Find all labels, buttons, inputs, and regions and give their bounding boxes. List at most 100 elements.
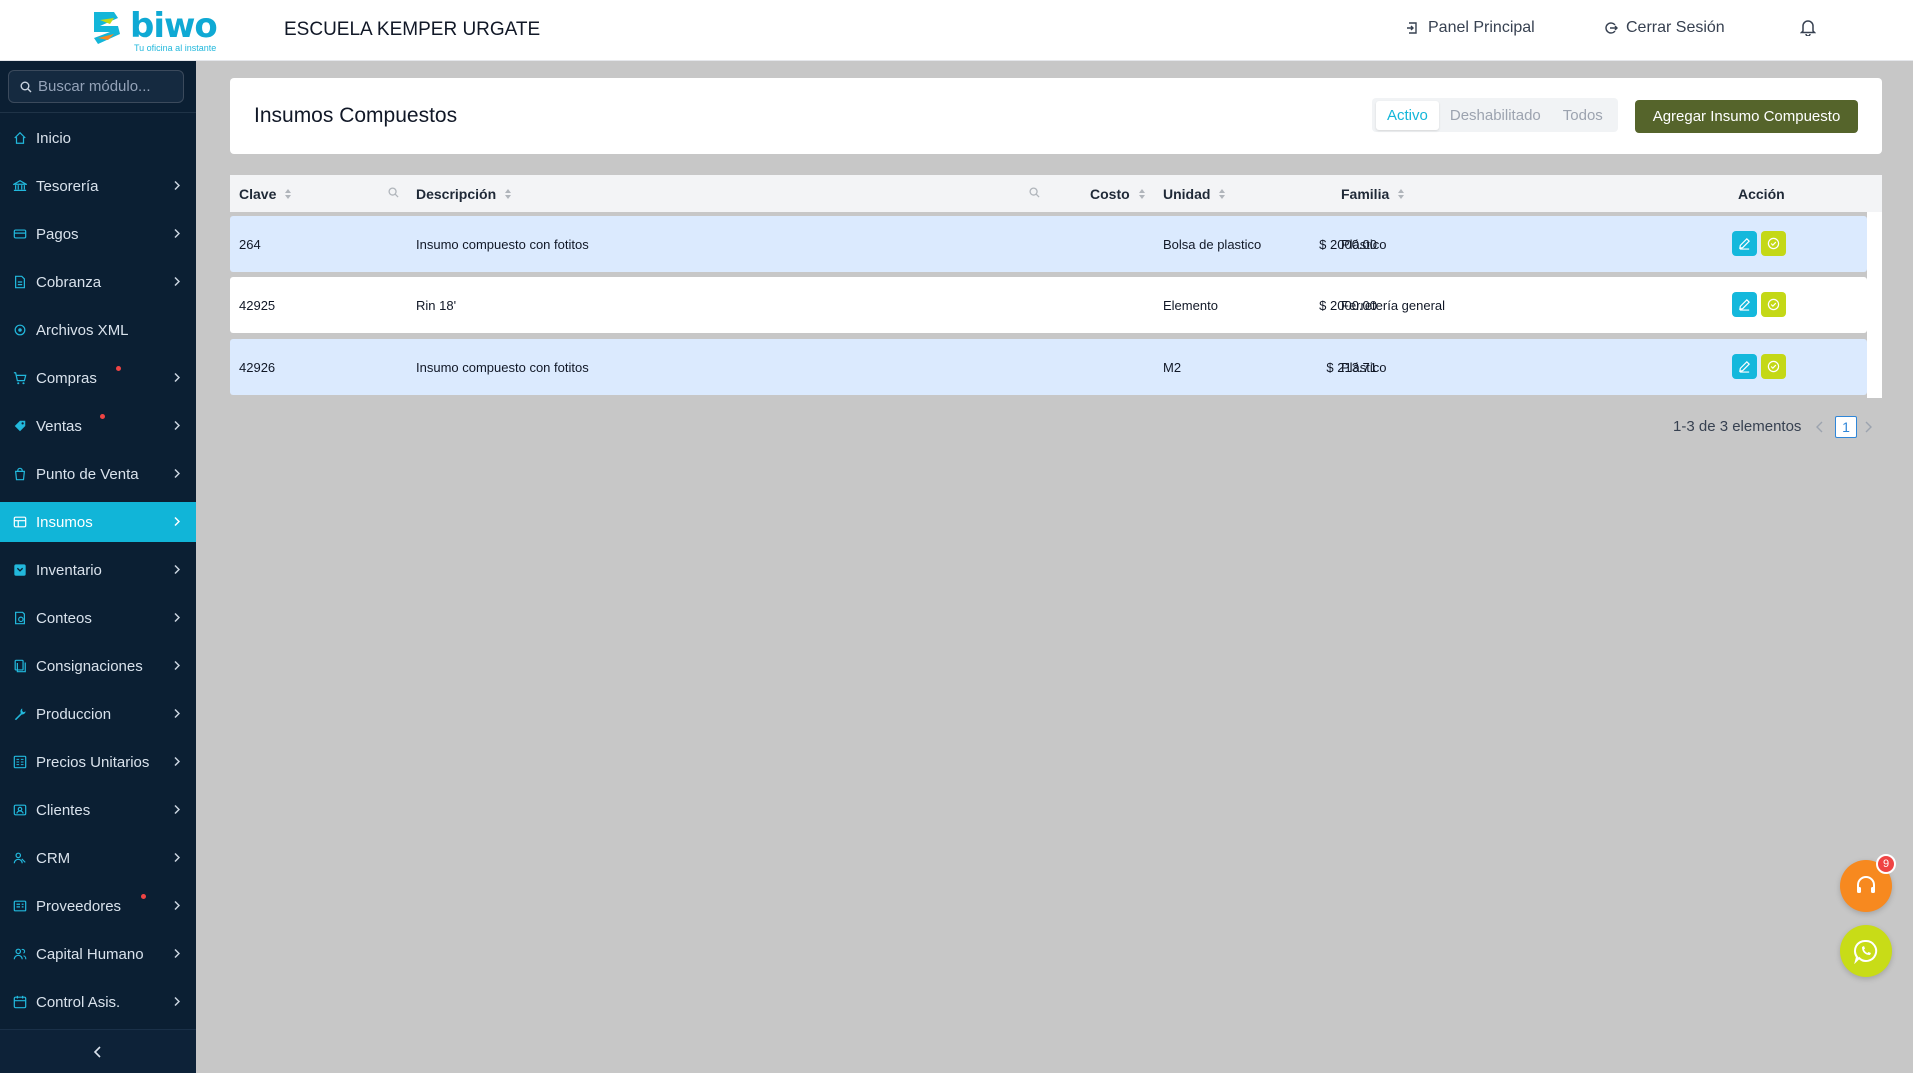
sidebar-item-precios-unitarios[interactable]: Precios Unitarios bbox=[0, 738, 196, 786]
sidebar-item-label: Punto de Venta bbox=[36, 465, 139, 483]
sort-icon[interactable] bbox=[1397, 188, 1405, 200]
column-descripcion[interactable]: Descripción bbox=[416, 175, 512, 212]
pagination-page-1[interactable]: 1 bbox=[1835, 416, 1857, 438]
sidebar-item-tesoreria[interactable]: Tesorería bbox=[0, 162, 196, 210]
table-scrollbar[interactable] bbox=[1867, 212, 1882, 398]
table-row[interactable]: 42925 Rin 18' $ 2000.00 Elemento Ferretería … bbox=[230, 277, 1867, 333]
sidebar-item-ventas[interactable]: Ventas bbox=[0, 402, 196, 450]
module-search[interactable] bbox=[8, 70, 184, 103]
edit-button[interactable] bbox=[1732, 231, 1757, 256]
sidebar-item-punto-de-venta[interactable]: Punto de Venta bbox=[0, 450, 196, 498]
exit-panel-icon bbox=[1407, 22, 1417, 34]
clients-icon bbox=[12, 802, 28, 818]
table-row[interactable]: 264 Insumo compuesto con fotitos $ 2000.00… bbox=[230, 216, 1867, 272]
sidebar-item-conteos[interactable]: Conteos bbox=[0, 594, 196, 642]
sidebar-item-capital-humano[interactable]: Capital Humano bbox=[0, 930, 196, 978]
sidebar: Inicio Tesorería Pagos Cobranza Archivos XML… bbox=[0, 61, 196, 1073]
biwo-logo[interactable]: biwo Tu oficina al instante bbox=[88, 6, 228, 56]
search-filter-descripcion-icon[interactable] bbox=[1029, 187, 1040, 198]
notification-dot bbox=[100, 414, 105, 419]
enable-toggle-button[interactable] bbox=[1761, 231, 1786, 256]
chevron-right-icon bbox=[174, 610, 181, 627]
filter-todos[interactable]: Todos bbox=[1552, 101, 1614, 130]
column-costo[interactable]: Costo bbox=[1090, 175, 1146, 212]
sidebar-item-pagos[interactable]: Pagos bbox=[0, 210, 196, 258]
bank-icon bbox=[12, 178, 28, 194]
pagination-summary: 1-3 de 3 elementos bbox=[1673, 418, 1802, 435]
bell-icon bbox=[1799, 20, 1817, 37]
sort-icon[interactable] bbox=[1218, 188, 1226, 200]
search-filter-clave-icon[interactable] bbox=[388, 187, 399, 198]
count-icon bbox=[12, 610, 28, 626]
grid-icon bbox=[12, 514, 28, 530]
collapse-sidebar-button[interactable] bbox=[0, 1029, 196, 1073]
filter-deshabilitado[interactable]: Deshabilitado bbox=[1439, 101, 1552, 130]
payments-icon bbox=[12, 226, 28, 242]
chevron-right-icon bbox=[174, 514, 181, 531]
panel-principal-label: Panel Principal bbox=[1428, 19, 1535, 36]
pagination-next-button[interactable] bbox=[1864, 420, 1872, 438]
sidebar-item-label: CRM bbox=[36, 849, 71, 867]
sidebar-item-label: Compras bbox=[36, 369, 97, 387]
table-row[interactable]: 42926 Insumo compuesto con fotitos $ 213.7… bbox=[230, 339, 1867, 395]
column-unidad-label: Unidad bbox=[1163, 185, 1211, 202]
price-icon bbox=[12, 754, 28, 770]
sidebar-item-produccion[interactable]: Produccion bbox=[0, 690, 196, 738]
chevron-right-icon bbox=[174, 898, 181, 915]
filter-activo[interactable]: Activo bbox=[1376, 100, 1439, 130]
sidebar-item-consignaciones[interactable]: Consignaciones bbox=[0, 642, 196, 690]
bag-icon bbox=[12, 466, 28, 482]
consign-icon bbox=[12, 658, 28, 674]
sidebar-item-inventario[interactable]: Inventario bbox=[0, 546, 196, 594]
xml-icon bbox=[12, 322, 28, 338]
sidebar-item-label: Clientes bbox=[36, 801, 91, 819]
sidebar-item-insumos[interactable]: Insumos bbox=[0, 502, 196, 542]
sidebar-item-clientes[interactable]: Clientes bbox=[0, 786, 196, 834]
edit-button[interactable] bbox=[1732, 292, 1757, 317]
biwo-logo-icon bbox=[94, 12, 120, 44]
panel-principal-link[interactable]: Panel Principal bbox=[1406, 19, 1535, 37]
check-circle-icon bbox=[1767, 360, 1780, 373]
column-unidad[interactable]: Unidad bbox=[1163, 175, 1226, 212]
module-search-input[interactable] bbox=[38, 78, 178, 95]
pagination-prev-button[interactable] bbox=[1816, 420, 1824, 438]
support-badge: 9 bbox=[1876, 854, 1896, 874]
column-clave[interactable]: Clave bbox=[239, 175, 292, 212]
chevron-right-icon bbox=[174, 418, 181, 435]
sort-icon[interactable] bbox=[504, 188, 512, 200]
sidebar-item-label: Inventario bbox=[36, 561, 102, 579]
school-name: ESCUELA KEMPER URGATE bbox=[284, 19, 541, 40]
add-composite-supply-button[interactable]: Agregar Insumo Compuesto bbox=[1635, 100, 1858, 133]
page-title: Insumos Compuestos bbox=[254, 104, 458, 127]
chevron-left-icon bbox=[93, 1045, 101, 1058]
chevron-right-icon bbox=[174, 466, 181, 483]
table-header: Clave Descripción Costo Unidad Familia A… bbox=[230, 175, 1882, 212]
column-familia[interactable]: Familia bbox=[1341, 175, 1405, 212]
document-icon bbox=[12, 274, 28, 290]
sidebar-item-proveedores[interactable]: Proveedores bbox=[0, 882, 196, 930]
sidebar-nav: Inicio Tesorería Pagos Cobranza Archivos XML… bbox=[0, 114, 196, 1026]
enable-toggle-button[interactable] bbox=[1761, 354, 1786, 379]
notifications-button[interactable] bbox=[1799, 18, 1817, 41]
chevron-left-icon bbox=[1816, 421, 1823, 433]
inventory-icon bbox=[12, 562, 28, 578]
sort-icon[interactable] bbox=[1138, 188, 1146, 200]
cell-familia: Ferretería general bbox=[1341, 297, 1446, 313]
enable-toggle-button[interactable] bbox=[1761, 292, 1786, 317]
sidebar-item-archivos-xml[interactable]: Archivos XML bbox=[0, 306, 196, 354]
sidebar-item-crm[interactable]: CRM bbox=[0, 834, 196, 882]
sidebar-item-compras[interactable]: Compras bbox=[0, 354, 196, 402]
sidebar-item-label: Precios Unitarios bbox=[36, 753, 150, 771]
sidebar-item-cobranza[interactable]: Cobranza bbox=[0, 258, 196, 306]
sidebar-item-control-asis[interactable]: Control Asis. bbox=[0, 978, 196, 1026]
sidebar-item-label: Tesorería bbox=[36, 177, 99, 195]
sidebar-item-inicio[interactable]: Inicio bbox=[0, 114, 196, 162]
brand-tagline: Tu oficina al instante bbox=[134, 43, 217, 53]
whatsapp-button[interactable] bbox=[1840, 925, 1892, 977]
logout-link[interactable]: Cerrar Sesión bbox=[1604, 19, 1725, 37]
chevron-right-icon bbox=[174, 850, 181, 867]
edit-button[interactable] bbox=[1732, 354, 1757, 379]
sidebar-item-label: Cobranza bbox=[36, 273, 102, 291]
sort-icon[interactable] bbox=[284, 188, 292, 200]
chevron-right-icon bbox=[174, 994, 181, 1011]
